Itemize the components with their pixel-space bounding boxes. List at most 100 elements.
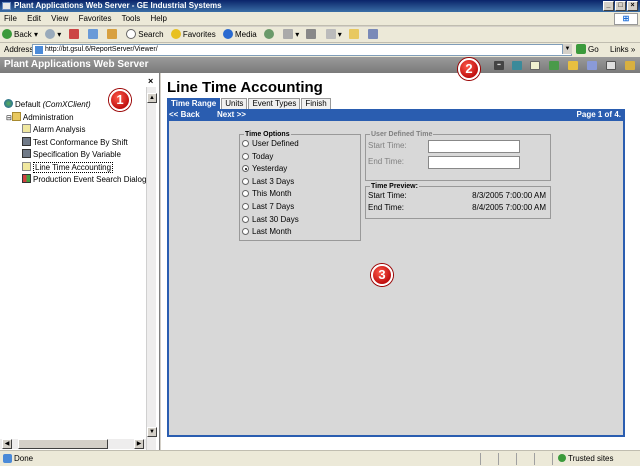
status-text: Done	[14, 454, 34, 463]
folder-button[interactable]	[348, 27, 361, 43]
search-button[interactable]: Search	[126, 27, 164, 43]
end-time-input[interactable]	[428, 156, 520, 169]
folder-icon	[11, 111, 21, 121]
favorites-button[interactable]: Favorites	[170, 27, 216, 43]
report-icon[interactable]: ▪▪	[494, 61, 504, 70]
go-arrow-icon	[576, 44, 586, 54]
status-bar: Done Trusted sites	[0, 450, 640, 466]
windows-logo-icon: ⊞	[614, 13, 638, 25]
history-button[interactable]	[264, 27, 276, 43]
messenger-button[interactable]	[368, 27, 380, 43]
address-input[interactable]: http://bt.gsul.6/ReportServer/Viewer/	[32, 44, 572, 56]
globe-icon	[4, 99, 13, 108]
radio-yesterday[interactable]: Yesterday	[240, 163, 360, 176]
report-main-pane: Line Time Accounting Time Range Units Even…	[161, 73, 640, 450]
menu-view[interactable]: View	[51, 14, 68, 23]
menu-bar: File Edit View Favorites Tools Help	[0, 12, 640, 26]
next-link[interactable]: Next >>	[217, 109, 246, 121]
report-tree: Default (ComXClient) ⊟ Administration Ala…	[4, 99, 146, 187]
forward-button[interactable]: ▾	[45, 27, 61, 43]
refresh-button[interactable]	[87, 27, 100, 43]
tab-time-range[interactable]: Time Range	[167, 98, 221, 109]
tree-item-label: Specification By Variable	[33, 150, 121, 159]
media-icon	[222, 29, 233, 39]
home-button[interactable]	[107, 27, 119, 43]
radio-icon	[242, 177, 249, 185]
tree-item-specification[interactable]: Specification By Variable	[4, 149, 146, 162]
scroll-thumb[interactable]	[18, 439, 108, 449]
menu-help[interactable]: Help	[151, 14, 167, 23]
browser-toolbar: Back ▾ ▾ Search Favorites Media ▾ ▾	[0, 27, 640, 43]
tree-item-production-event[interactable]: Production Event Search Dialog	[4, 174, 146, 187]
radio-icon	[242, 202, 249, 210]
scroll-left-button[interactable]: ◀	[2, 439, 12, 449]
search-icon	[126, 29, 137, 39]
back-button[interactable]: Back ▾	[2, 27, 38, 43]
window-title: Plant Applications Web Server - GE Indus…	[14, 1, 222, 10]
radio-last-month[interactable]: Last Month	[240, 226, 360, 239]
cube-icon	[22, 149, 31, 158]
address-label: Address	[4, 45, 34, 54]
close-pane-icon[interactable]: ×	[148, 76, 153, 86]
tree-item-alarm-analysis[interactable]: Alarm Analysis	[4, 124, 146, 137]
printer-icon[interactable]	[606, 61, 616, 70]
tab-event-types[interactable]: Event Types	[248, 98, 301, 109]
window-titlebar: Plant Applications Web Server - GE Indus…	[0, 0, 640, 12]
menu-file[interactable]: File	[4, 14, 17, 23]
menu-edit[interactable]: Edit	[27, 14, 41, 23]
page-title: Line Time Accounting	[167, 79, 323, 96]
tab-units[interactable]: Units	[221, 98, 248, 109]
report-item-icon	[22, 161, 31, 171]
address-dropdown[interactable]: ▼	[562, 44, 572, 54]
tree-item-line-time-accounting[interactable]: Line Time Accounting	[4, 161, 146, 175]
go-button[interactable]: Go	[576, 44, 599, 56]
menu-tools[interactable]: Tools	[122, 14, 141, 23]
colorful-report-icon	[22, 174, 31, 183]
cube-icon	[22, 136, 31, 146]
refresh-report-icon[interactable]	[512, 61, 522, 70]
tree-horizontal-scrollbar[interactable]: ◀ ▶	[0, 439, 146, 449]
media-button[interactable]: Media	[222, 27, 257, 43]
time-options-legend: Time Options	[245, 131, 290, 138]
start-time-input[interactable]	[428, 140, 520, 153]
minimize-button[interactable]: _	[603, 1, 614, 11]
menu-favorites[interactable]: Favorites	[79, 14, 112, 23]
radio-today[interactable]: Today	[240, 151, 360, 164]
time-preview-legend: Time Preview:	[371, 183, 418, 190]
radio-this-month[interactable]: This Month	[240, 188, 360, 201]
preview-end-label: End Time:	[368, 203, 405, 212]
ie-page-icon	[2, 2, 11, 10]
close-window-button[interactable]: ×	[627, 1, 638, 11]
tree-folder-administration[interactable]: ⊟ Administration	[4, 111, 146, 125]
radio-icon	[242, 215, 249, 223]
exit-icon[interactable]	[625, 61, 635, 70]
mail-button[interactable]: ▾	[283, 27, 299, 43]
maximize-button[interactable]: □	[615, 1, 626, 11]
mail-icon	[283, 29, 294, 39]
edit-button[interactable]: ▾	[325, 27, 342, 43]
callout-2: 2	[458, 58, 480, 80]
copy-icon[interactable]	[587, 61, 597, 70]
tree-item-test-conformance[interactable]: Test Conformance By Shift	[4, 136, 146, 150]
globe-icon[interactable]	[549, 61, 559, 70]
back-link[interactable]: << Back	[169, 109, 200, 121]
radio-last-30-days[interactable]: Last 30 Days	[240, 214, 360, 227]
radio-last-3-days[interactable]: Last 3 Days	[240, 176, 360, 189]
preview-start-value: 8/3/2005 7:00:00 AM	[472, 191, 546, 200]
radio-user-defined[interactable]: User Defined	[240, 138, 360, 151]
folder-open-icon[interactable]	[568, 61, 578, 70]
scroll-up-button[interactable]: ▲	[147, 93, 157, 103]
scroll-down-button[interactable]: ▼	[147, 427, 157, 437]
tree-vertical-scrollbar[interactable]: ▲ ▼	[146, 87, 157, 450]
address-url: http://bt.gsul.6/ReportServer/Viewer/	[45, 46, 158, 53]
check-icon	[558, 454, 566, 462]
tab-finish[interactable]: Finish	[301, 98, 331, 109]
radio-last-7-days[interactable]: Last 7 Days	[240, 201, 360, 214]
wizard-content: Time Options User Defined Today Yesterda…	[167, 121, 625, 437]
document-icon[interactable]	[530, 61, 540, 70]
wizard-tabs: Time Range Units Event Types Finish	[167, 98, 332, 109]
links-button[interactable]: Links »	[610, 43, 635, 57]
scroll-right-button[interactable]: ▶	[134, 439, 144, 449]
print-button[interactable]	[306, 27, 318, 43]
stop-button[interactable]	[68, 27, 81, 43]
